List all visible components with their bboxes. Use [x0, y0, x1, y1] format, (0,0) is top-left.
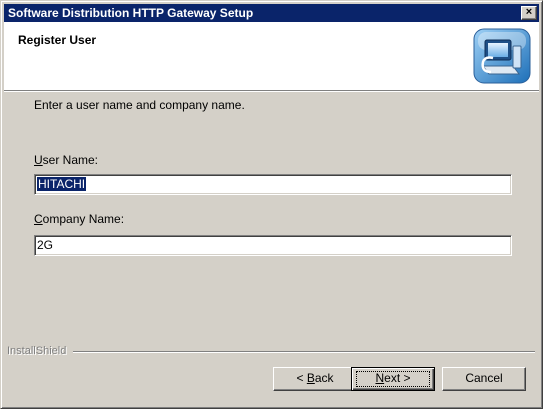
user-name-field[interactable]: HITACHI [34, 174, 512, 195]
installshield-brand: InstallShield [7, 345, 67, 357]
back-button[interactable]: < Back [273, 367, 357, 391]
next-accel: N [375, 371, 385, 385]
instruction-text: Enter a user name and company name. [34, 98, 245, 112]
company-name-label: Company Name: [34, 212, 124, 226]
back-accel: B [306, 371, 315, 385]
company-name-field[interactable]: 2G [34, 235, 512, 256]
company-name-value: 2G [37, 238, 54, 252]
title-bar[interactable]: Software Distribution HTTP Gateway Setup… [4, 4, 539, 22]
user-name-value: HITACHI [37, 177, 87, 191]
window-title: Software Distribution HTTP Gateway Setup [8, 6, 254, 20]
page-title: Register User [18, 33, 97, 47]
close-icon: × [525, 6, 533, 18]
user-name-label: User Name: [34, 153, 98, 167]
user-name-label-accel: U [34, 153, 43, 167]
footer-divider-highlight [73, 352, 535, 353]
cancel-label: Cancel [465, 371, 503, 385]
header-divider-highlight [4, 91, 539, 92]
back-prefix: < [296, 371, 307, 385]
cancel-button[interactable]: Cancel [442, 367, 526, 391]
next-button[interactable]: Next > [351, 367, 435, 391]
next-label: ext > [384, 371, 411, 385]
user-name-label-text: ser Name: [42, 153, 99, 167]
close-button[interactable]: × [521, 6, 537, 20]
back-label: ack [314, 371, 334, 385]
header-panel: Register User [4, 22, 539, 90]
company-name-label-accel: C [34, 212, 43, 226]
setup-dialog: Software Distribution HTTP Gateway Setup… [0, 0, 543, 409]
company-name-label-text: ompany Name: [42, 212, 125, 226]
setup-computer-icon [473, 28, 531, 84]
